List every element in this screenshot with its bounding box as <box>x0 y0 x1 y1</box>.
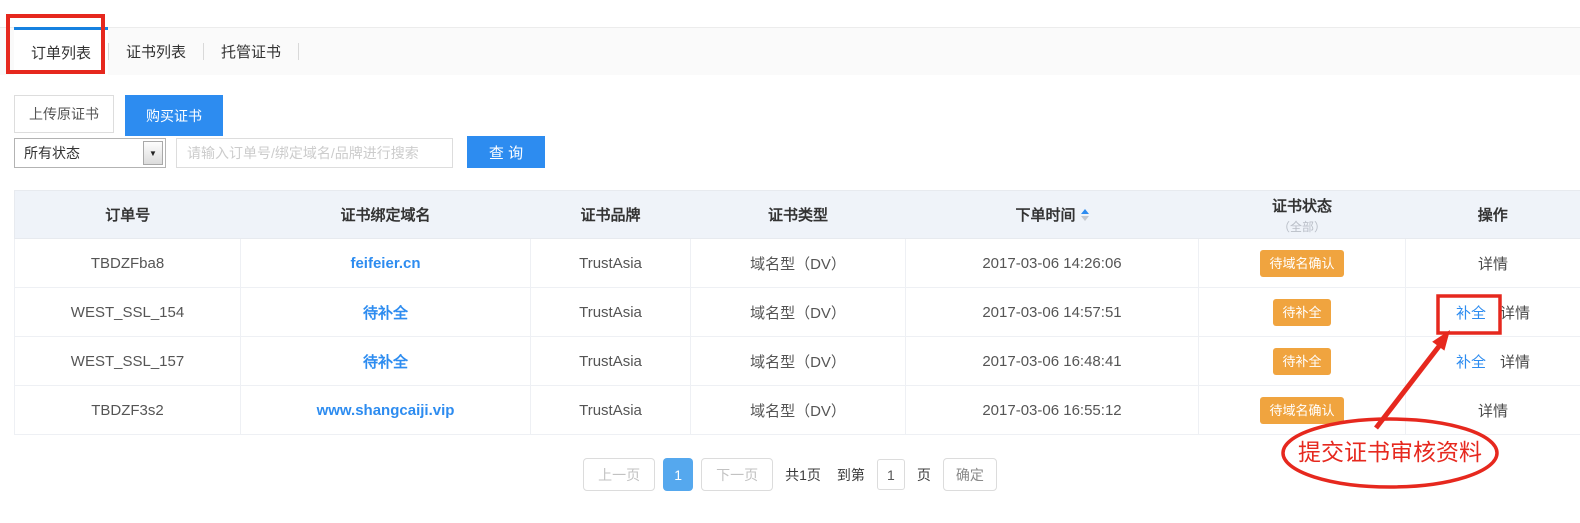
brand-cell: TrustAsia <box>531 337 691 386</box>
jump-suffix-label: 页 <box>917 465 931 485</box>
query-button[interactable]: 查 询 <box>467 136 545 168</box>
table-row: WEST_SSL_157 待补全 TrustAsia 域名型（DV） 2017-… <box>15 337 1580 386</box>
next-page-button[interactable]: 下一页 <box>701 458 773 491</box>
order-time-cell: 2017-03-06 14:57:51 <box>906 288 1199 337</box>
prev-page-button[interactable]: 上一页 <box>583 458 655 491</box>
page-jump-input[interactable] <box>877 459 905 490</box>
header-order-time: 下单时间 <box>906 191 1199 239</box>
status-filter-value: 所有状态 <box>24 143 80 163</box>
action-complete-link[interactable]: 补全 <box>1456 354 1486 371</box>
jump-prefix-label: 到第 <box>837 465 865 485</box>
status-badge: 待补全 <box>1273 299 1330 326</box>
brand-cell: TrustAsia <box>531 386 691 435</box>
order-time-cell: 2017-03-06 16:55:12 <box>906 386 1199 435</box>
current-page-button[interactable]: 1 <box>663 458 693 491</box>
actions-cell: 详情 <box>1406 239 1580 288</box>
header-actions: 操作 <box>1406 191 1580 239</box>
type-cell: 域名型（DV） <box>691 337 906 386</box>
confirm-page-button[interactable]: 确定 <box>943 458 997 491</box>
tab-bar: 订单列表 证书列表 托管证书 <box>0 27 1580 75</box>
sort-icon[interactable] <box>1081 209 1089 221</box>
action-details-link[interactable]: 详情 <box>1478 403 1508 420</box>
header-order-time-label: 下单时间 <box>1015 204 1075 225</box>
domain-link[interactable]: 待补全 <box>363 305 408 322</box>
domain-link[interactable]: 待补全 <box>363 354 408 371</box>
domain-link[interactable]: www.shangcaiji.vip <box>317 402 455 419</box>
header-brand: 证书品牌 <box>531 191 691 239</box>
upload-original-cert-button[interactable]: 上传原证书 <box>14 95 114 133</box>
status-badge: 待补全 <box>1273 348 1330 375</box>
header-type: 证书类型 <box>691 191 906 239</box>
sort-asc-icon <box>1081 209 1089 214</box>
type-cell: 域名型（DV） <box>691 239 906 288</box>
order-no-cell: WEST_SSL_154 <box>15 288 241 337</box>
search-input[interactable] <box>176 138 453 168</box>
tab-order-list[interactable]: 订单列表 <box>14 27 108 75</box>
tab-cert-list[interactable]: 证书列表 <box>109 28 203 75</box>
action-complete-link[interactable]: 补全 <box>1456 305 1486 322</box>
domain-link[interactable]: feifeier.cn <box>350 255 420 272</box>
actions-cell: 补全详情 <box>1406 288 1580 337</box>
action-details-link[interactable]: 详情 <box>1500 354 1530 371</box>
status-badge: 待域名确认 <box>1260 397 1343 424</box>
table-row: WEST_SSL_154 待补全 TrustAsia 域名型（DV） 2017-… <box>15 288 1580 337</box>
order-no-cell: TBDZF3s2 <box>15 386 241 435</box>
type-cell: 域名型（DV） <box>691 386 906 435</box>
pagination: 上一页 1 下一页 共1页 到第 页 确定 <box>0 458 1580 491</box>
sort-desc-icon <box>1081 216 1089 221</box>
dropdown-caret-icon[interactable]: ▼ <box>143 141 163 165</box>
header-order-no: 订单号 <box>15 191 241 239</box>
action-details-link[interactable]: 详情 <box>1500 305 1530 322</box>
table-row: TBDZFba8 feifeier.cn TrustAsia 域名型（DV） 2… <box>15 239 1580 288</box>
header-cert-status: 证书状态 （全部） <box>1199 191 1406 239</box>
header-cert-status-label: 证书状态 <box>1199 195 1406 216</box>
action-details-link[interactable]: 详情 <box>1478 256 1508 273</box>
total-pages-label: 共1页 <box>785 465 821 485</box>
tab-hosted-certs[interactable]: 托管证书 <box>204 28 298 75</box>
status-filter-select[interactable]: 所有状态 ▼ <box>14 138 166 168</box>
table-row: TBDZF3s2 www.shangcaiji.vip TrustAsia 域名… <box>15 386 1580 435</box>
actions-cell: 补全详情 <box>1406 337 1580 386</box>
type-cell: 域名型（DV） <box>691 288 906 337</box>
order-no-cell: WEST_SSL_157 <box>15 337 241 386</box>
brand-cell: TrustAsia <box>531 239 691 288</box>
orders-table: 订单号 证书绑定域名 证书品牌 证书类型 下单时间 证书状态 （全部） 操作 T… <box>14 190 1580 435</box>
order-time-cell: 2017-03-06 16:48:41 <box>906 337 1199 386</box>
order-table-body: TBDZFba8 feifeier.cn TrustAsia 域名型（DV） 2… <box>15 239 1580 435</box>
header-cert-status-sub: （全部） <box>1199 218 1406 235</box>
tab-divider <box>298 43 299 60</box>
status-badge: 待域名确认 <box>1260 250 1343 277</box>
order-no-cell: TBDZFba8 <box>15 239 241 288</box>
buy-cert-button[interactable]: 购买证书 <box>125 95 223 136</box>
table-header-row: 订单号 证书绑定域名 证书品牌 证书类型 下单时间 证书状态 （全部） 操作 <box>15 191 1580 239</box>
brand-cell: TrustAsia <box>531 288 691 337</box>
actions-cell: 详情 <box>1406 386 1580 435</box>
order-time-cell: 2017-03-06 14:26:06 <box>906 239 1199 288</box>
header-domain: 证书绑定域名 <box>241 191 531 239</box>
